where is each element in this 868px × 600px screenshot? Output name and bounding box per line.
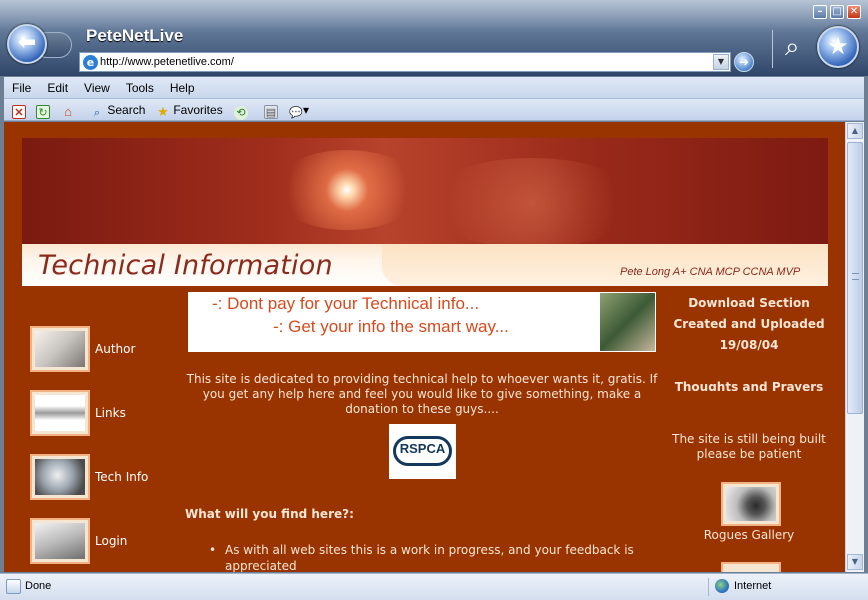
favorites-center-button[interactable]: ★ xyxy=(817,26,859,68)
find-list: As with all web sites this is a work in … xyxy=(209,542,649,572)
address-bar[interactable]: e ▼ xyxy=(79,52,731,72)
page-status-icon xyxy=(6,579,21,594)
camera-icon[interactable] xyxy=(721,482,781,526)
scroll-thumb[interactable] xyxy=(847,142,863,414)
rspca-logo-link[interactable]: RSPCA xyxy=(389,424,456,479)
scroll-down-icon[interactable]: ▼ xyxy=(847,554,863,570)
ad-banner[interactable]: -: Dont pay for your Technical info... -… xyxy=(188,292,656,352)
history-icon[interactable]: ⟲ xyxy=(234,102,248,120)
rspca-logo-text: RSPCA xyxy=(399,441,446,456)
download-created-label: Created and Uploaded xyxy=(673,317,825,331)
print-icon[interactable]: ▤ xyxy=(264,102,278,119)
address-dropdown-icon[interactable]: ▼ xyxy=(713,54,729,70)
browser-window: ⬅ PeteNetLive – □ ✕ e ▼ ➜ ⌕ ★ FileEditVi… xyxy=(0,0,868,600)
menu-help[interactable]: Help xyxy=(162,77,203,95)
chain-icon xyxy=(30,390,90,436)
ie-page-icon: e xyxy=(83,55,98,70)
status-text: Done xyxy=(25,580,52,592)
title-bar: ⬅ PeteNetLive – □ ✕ e ▼ ➜ ⌕ ★ xyxy=(0,0,868,76)
thoughts-heading: Thoughts and Prayers xyxy=(674,380,824,391)
menu-file[interactable]: File xyxy=(4,77,39,95)
page-viewport: Technical Information Pete Long A+ CNA M… xyxy=(4,122,845,572)
address-input[interactable] xyxy=(100,54,705,70)
key-icon xyxy=(30,518,90,564)
star-icon: ★ xyxy=(827,32,849,60)
nav-item-login[interactable]: Login xyxy=(30,518,190,564)
refresh-icon[interactable]: ↻ xyxy=(36,102,50,119)
back-arrow-icon: ⬅ xyxy=(17,30,37,55)
pen-icon xyxy=(30,326,90,372)
toolbar: ✕ ↻ ⌂ ⌕ Search ★ Favorites ⟲ ▤ 💬▾ xyxy=(4,99,864,121)
circuit-board-image xyxy=(600,293,655,351)
maximize-button[interactable]: □ xyxy=(830,5,844,19)
search-icon[interactable]: ⌕ xyxy=(785,32,815,64)
menu-view[interactable]: View xyxy=(76,77,118,95)
menu-tools[interactable]: Tools xyxy=(118,77,162,95)
nav-item-links[interactable]: Links xyxy=(30,390,190,436)
security-zone: Internet xyxy=(734,580,772,592)
list-item: As with all web sites this is a work in … xyxy=(209,542,649,572)
stop-icon[interactable]: ✕ xyxy=(12,102,26,119)
minimize-button[interactable]: – xyxy=(813,5,827,19)
site-building-notice: The site is still being built please be … xyxy=(672,432,826,461)
close-button[interactable]: ✕ xyxy=(847,5,861,19)
home-icon[interactable]: ⌂ xyxy=(61,102,75,119)
site-banner: Technical Information Pete Long A+ CNA M… xyxy=(22,138,828,286)
find-heading: What will you find here?: xyxy=(185,507,354,521)
ad-line-1: -: Dont pay for your Technical info... xyxy=(212,294,480,313)
globe-icon xyxy=(715,579,729,593)
vertical-scrollbar[interactable]: ▲ ▼ xyxy=(845,122,864,572)
banner-subtitle: Pete Long A+ CNA MCP CCNA MVP xyxy=(620,266,801,278)
scroll-up-icon[interactable]: ▲ xyxy=(847,123,863,139)
partial-image xyxy=(721,562,781,572)
nav-item-tech-info[interactable]: Tech Info xyxy=(30,454,190,500)
window-title: PeteNetLive xyxy=(86,26,184,45)
status-bar: Done Internet xyxy=(0,573,868,600)
rogues-gallery-link[interactable]: Rogues Gallery xyxy=(664,528,834,542)
ad-line-2: -: Get your info the smart way... xyxy=(273,317,509,336)
nav-item-author[interactable]: Author xyxy=(30,326,190,372)
back-button[interactable]: ⬅ xyxy=(7,24,47,64)
banner-title: Technical Information xyxy=(38,250,333,281)
go-button[interactable]: ➜ xyxy=(734,52,754,72)
favorites-icon: ★ xyxy=(157,104,169,119)
download-date: 19/08/04 xyxy=(719,338,779,352)
menu-bar: File Edit View Tools Help xyxy=(4,77,864,99)
messenger-icon[interactable]: 💬▾ xyxy=(289,102,309,119)
search-icon: ⌕ xyxy=(93,107,101,119)
favorites-toolbar-button[interactable]: ★ Favorites xyxy=(156,102,223,119)
menu-edit[interactable]: Edit xyxy=(39,77,76,95)
download-section-title: Download Section xyxy=(688,296,810,310)
intro-text: This site is dedicated to providing tech… xyxy=(186,372,658,416)
magnifier-icon xyxy=(30,454,90,500)
search-toolbar-button[interactable]: ⌕ Search xyxy=(90,102,145,119)
